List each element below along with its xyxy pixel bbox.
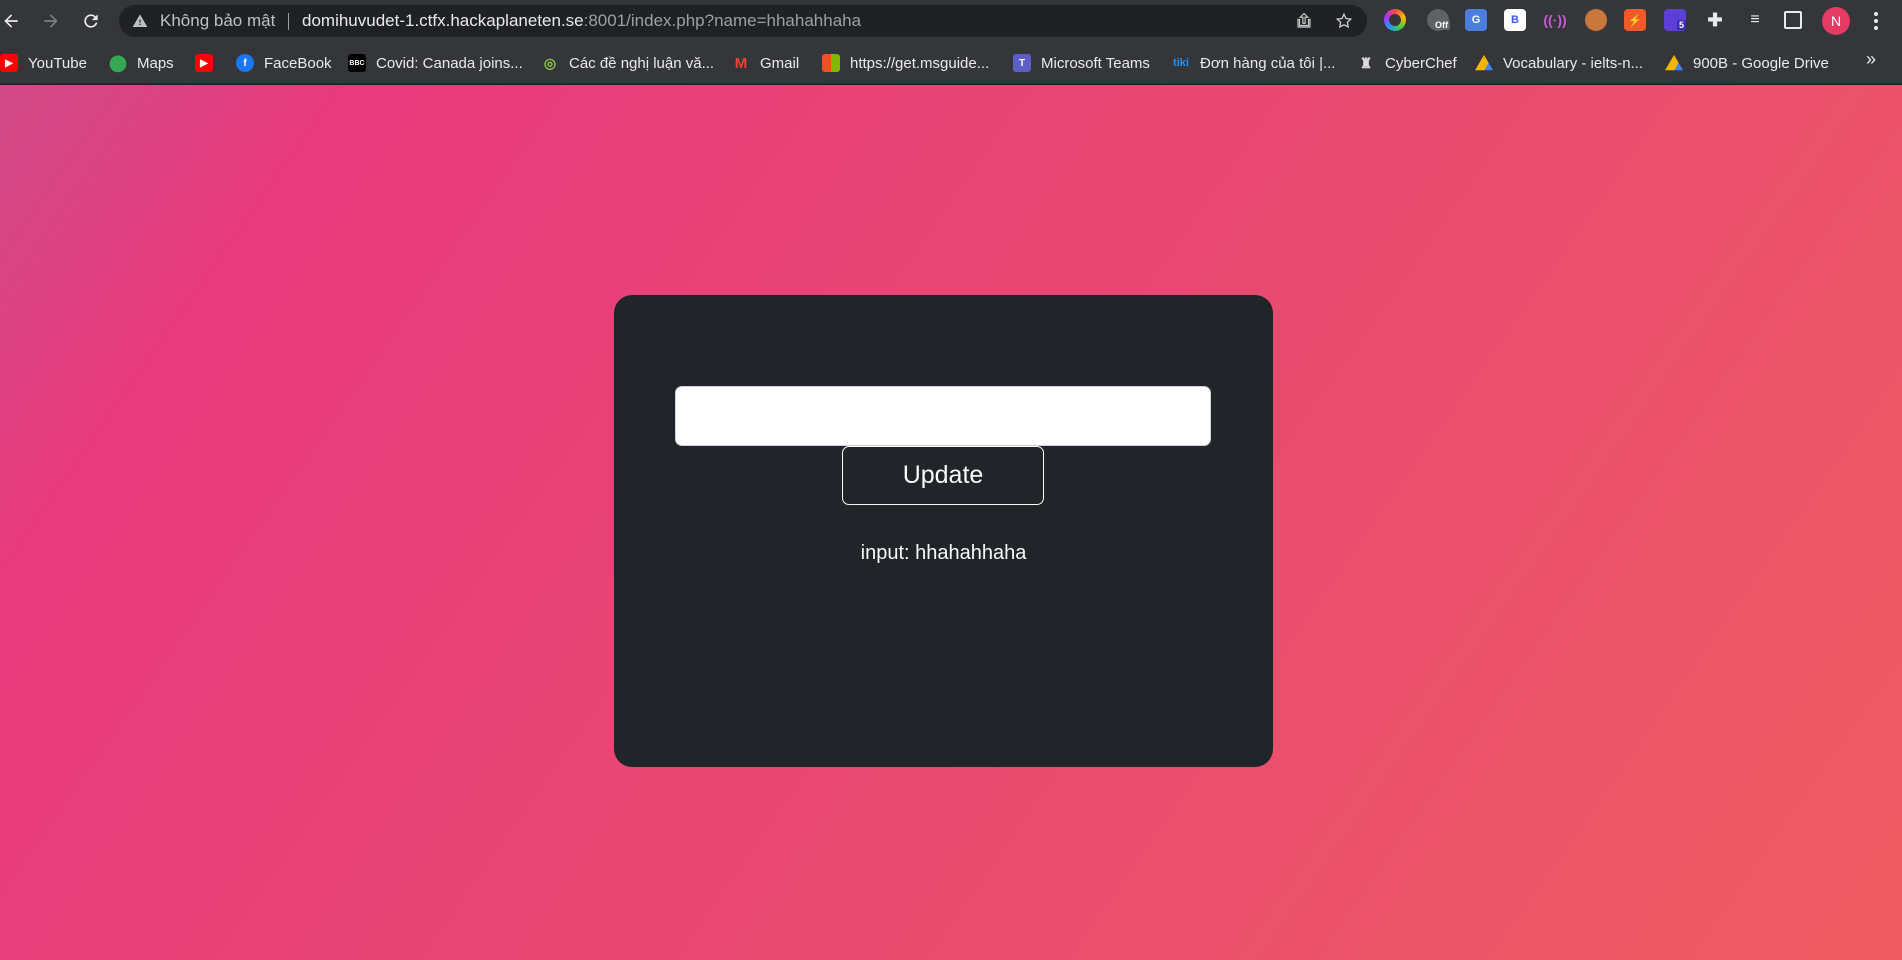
google-translate-extension-icon[interactable]: G — [1465, 9, 1487, 31]
facebook-icon: f — [236, 54, 254, 72]
bookmark-bbc[interactable]: BBC Covid: Canada joins... — [348, 50, 523, 76]
stack-extension-icon[interactable]: 5 — [1664, 9, 1687, 31]
bbc-icon: BBC — [348, 54, 366, 72]
drive-icon — [1665, 54, 1683, 71]
bookmark-tiki[interactable]: tiki Đơn hàng của tôi |... — [1172, 50, 1335, 76]
coupon-extension-icon[interactable]: Off — [1427, 9, 1450, 31]
update-button[interactable]: Update — [842, 446, 1044, 505]
tiki-icon: tiki — [1173, 57, 1189, 69]
owl-icon: ◎ — [543, 54, 557, 71]
browser-menu-icon[interactable] — [1866, 9, 1886, 33]
bookmark-label: Các đề nghị luận vă... — [569, 54, 715, 72]
profile-avatar[interactable]: N — [1822, 7, 1850, 35]
url-text[interactable]: domihuvudet-1.ctfx.hackaplaneten.se:8001… — [302, 11, 861, 31]
chef-icon: ♜ — [1359, 54, 1373, 71]
bookmark-label: Maps — [137, 54, 174, 72]
wave-extension-icon[interactable]: ((·)) — [1543, 9, 1566, 31]
bookmark-label: CyberChef — [1385, 54, 1457, 72]
output-text: input: hhahahhaha — [860, 542, 1027, 564]
page-background: Update input: hhahahhaha — [0, 85, 1902, 960]
gmail-icon: M — [734, 54, 748, 72]
drive-icon — [1475, 54, 1493, 71]
bookmark-youtube[interactable]: ▶ YouTube — [0, 50, 87, 76]
security-status-label[interactable]: Không bảo mật — [160, 11, 275, 31]
maps-icon: ⬤ — [109, 55, 127, 72]
side-panel-icon[interactable] — [1784, 11, 1802, 29]
reload-icon — [84, 14, 98, 28]
teams-icon: T — [1013, 54, 1031, 72]
bookmark-vocabulary[interactable]: Vocabulary - ielts-n... — [1475, 50, 1643, 76]
bookmark-label: YouTube — [28, 54, 87, 72]
bookmark-facebook[interactable]: f FaceBook — [236, 50, 332, 76]
youtube-icon: ▶ — [0, 54, 18, 72]
cookie-extension-icon[interactable] — [1585, 9, 1607, 31]
name-input[interactable] — [675, 386, 1211, 446]
bookmark-cyberchef[interactable]: ♜ CyberChef — [1357, 50, 1457, 76]
color-picker-center — [1389, 14, 1401, 26]
media-queue-icon[interactable]: ≡ — [1744, 9, 1766, 31]
bookmark-nghi-luan[interactable]: ◎ Các đề nghị luận vă... — [541, 50, 714, 76]
bookmark-label: Microsoft Teams — [1041, 54, 1150, 72]
bookmark-label: Gmail — [760, 54, 800, 72]
back-button[interactable] — [0, 6, 26, 36]
url-path: :8001/index.php?name=hhahahhaha — [583, 11, 862, 30]
bookmark-maps[interactable]: ⬤ Maps — [109, 50, 174, 76]
ms-icon — [822, 54, 840, 72]
bookmark-google-drive[interactable]: 900B - Google Drive — [1665, 50, 1829, 76]
form-card: Update input: hhahahhaha — [614, 295, 1273, 767]
reload-button[interactable] — [76, 6, 106, 36]
bookmarks-bar: ▶ YouTube ⬤ Maps ▶ f FaceBook BBC Covid: Can… — [0, 42, 1902, 84]
browser-toolbar: Không bảo mật domihuvudet-1.ctfx.hackapl… — [0, 0, 1902, 42]
extensions-puzzle-icon[interactable]: ✚ — [1704, 9, 1726, 31]
forward-button[interactable] — [36, 6, 66, 36]
bookmark-label: https://get.msguide... — [850, 54, 990, 72]
lightning-extension-icon[interactable]: ⚡ — [1624, 9, 1646, 31]
forward-arrow-icon — [44, 14, 58, 28]
back-arrow-icon — [4, 14, 18, 28]
off-badge: Off — [1433, 20, 1450, 30]
bookmark-youtube-2[interactable]: ▶ — [195, 50, 223, 76]
bookmark-label: Đơn hàng của tôi |... — [1200, 54, 1336, 72]
bookmark-label: Covid: Canada joins... — [376, 54, 523, 72]
more-bookmarks-chevron-icon[interactable]: » — [1866, 49, 1876, 70]
bookmark-star-icon[interactable] — [1335, 12, 1353, 30]
b-extension-icon[interactable]: B — [1504, 9, 1526, 31]
url-host: domihuvudet-1.ctfx.hackaplaneten.se — [302, 11, 584, 30]
youtube-icon: ▶ — [195, 54, 213, 72]
bookmark-gmail[interactable]: M Gmail — [732, 50, 799, 76]
bookmark-label: FaceBook — [264, 54, 332, 72]
address-bar[interactable]: Không bảo mật domihuvudet-1.ctfx.hackapl… — [119, 5, 1367, 37]
bookmark-label: Vocabulary - ielts-n... — [1503, 54, 1644, 72]
extension-count-badge: 5 — [1677, 20, 1687, 30]
address-divider — [288, 13, 289, 30]
bookmark-msguide[interactable]: https://get.msguide... — [822, 50, 989, 76]
bookmark-teams[interactable]: T Microsoft Teams — [1013, 50, 1150, 76]
bookmark-label: 900B - Google Drive — [1693, 54, 1829, 72]
share-icon[interactable] — [1295, 12, 1313, 30]
not-secure-warning-icon — [132, 14, 148, 27]
color-picker-extension-icon[interactable] — [1384, 9, 1406, 31]
